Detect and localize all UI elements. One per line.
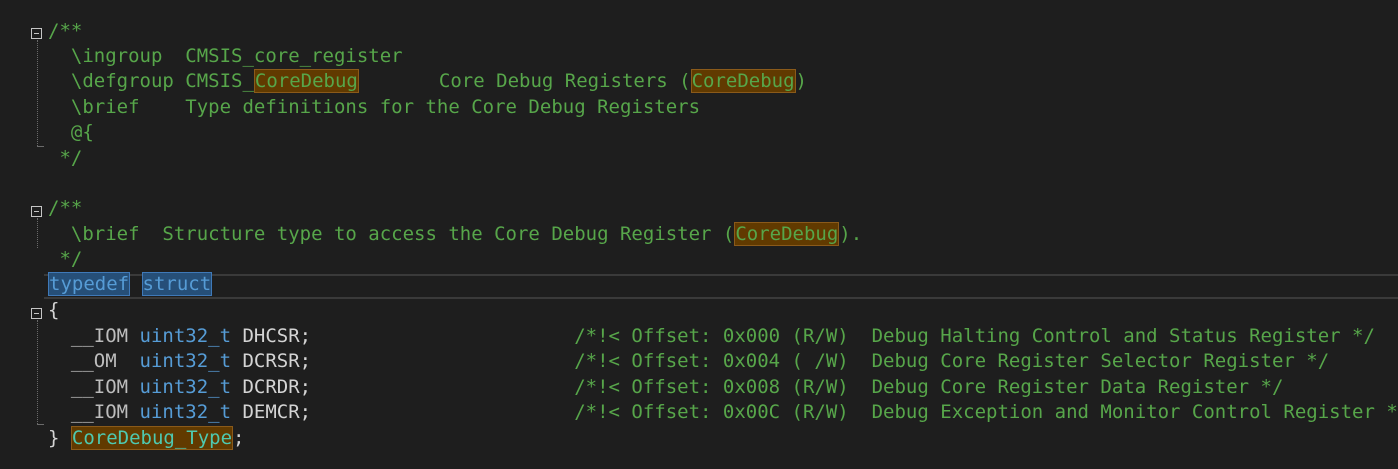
- code-line-text: __IOM uint32_t DCRDR; /*!< Offset: 0x008…: [48, 375, 1284, 400]
- code-token: DCRDR;: [231, 376, 575, 398]
- code-token: uint32_t: [139, 325, 232, 347]
- code-line[interactable]: __IOM uint32_t DHCSR; /*!< Offset: 0x000…: [0, 324, 1398, 349]
- code-line-text: */: [48, 146, 82, 171]
- code-line[interactable]: __IOM uint32_t DCRDR; /*!< Offset: 0x008…: [0, 375, 1398, 400]
- code-token: /*!< Offset: 0x00C (R/W) Debug Exception…: [574, 401, 1398, 423]
- code-token: /*!< Offset: 0x004 ( /W) Debug Core Regi…: [574, 350, 1330, 372]
- code-line-text: @{: [48, 120, 94, 145]
- code-line[interactable]: \defgroup CMSIS_CoreDebug Core Debug Reg…: [0, 69, 1398, 94]
- code-line[interactable]: {: [0, 298, 1398, 323]
- code-token: CoreDebug: [253, 69, 359, 93]
- code-token: DHCSR;: [231, 325, 575, 347]
- code-line-text: typedef struct: [48, 272, 213, 297]
- code-line[interactable]: */: [0, 146, 1398, 171]
- code-line[interactable]: typedef struct: [0, 272, 1398, 297]
- code-token: */: [48, 248, 83, 270]
- code-token: __IOM: [48, 376, 140, 398]
- code-token: ;: [233, 427, 245, 449]
- code-token: uint32_t: [139, 376, 232, 398]
- code-line[interactable]: \brief Type definitions for the Core Deb…: [0, 95, 1398, 120]
- code-line[interactable]: } CoreDebug_Type;: [0, 426, 1398, 451]
- code-token: CoreDebug: [734, 222, 840, 246]
- code-token: \brief Structure type to access the Core…: [48, 223, 735, 245]
- code-line-text: \defgroup CMSIS_CoreDebug Core Debug Reg…: [48, 69, 807, 94]
- code-line[interactable]: [0, 171, 1398, 196]
- code-token: uint32_t: [139, 350, 232, 372]
- code-line-text: \brief Structure type to access the Core…: [48, 222, 862, 247]
- code-line-text: __OM uint32_t DCRSR; /*!< Offset: 0x004 …: [48, 349, 1329, 374]
- code-token: uint32_t: [139, 401, 232, 423]
- code-line-text: */: [48, 247, 82, 272]
- code-token: /*!< Offset: 0x008 (R/W) Debug Core Regi…: [574, 376, 1284, 398]
- code-line-text: /**: [48, 19, 82, 44]
- code-token: ): [795, 70, 807, 92]
- code-line[interactable]: @{: [0, 120, 1398, 145]
- code-token: DCRSR;: [231, 350, 575, 372]
- code-line-text: \ingroup CMSIS_core_register: [48, 44, 403, 69]
- code-line[interactable]: /**: [0, 19, 1398, 44]
- code-token: /**: [48, 20, 83, 42]
- code-line-text: } CoreDebug_Type;: [48, 426, 245, 451]
- code-token: struct: [141, 272, 213, 296]
- code-token: __OM: [48, 350, 140, 372]
- code-line[interactable]: __IOM uint32_t DEMCR; /*!< Offset: 0x00C…: [0, 400, 1398, 425]
- code-token: __IOM: [48, 325, 140, 347]
- code-line-text: __IOM uint32_t DHCSR; /*!< Offset: 0x000…: [48, 324, 1375, 349]
- code-token: @{: [48, 121, 94, 143]
- code-line[interactable]: \ingroup CMSIS_core_register: [0, 44, 1398, 69]
- code-line[interactable]: */: [0, 247, 1398, 272]
- code-token: CoreDebug: [690, 69, 796, 93]
- code-token: CoreDebug_Type: [70, 426, 234, 450]
- code-line[interactable]: \brief Structure type to access the Core…: [0, 222, 1398, 247]
- code-token: */: [48, 147, 83, 169]
- code-token: ).: [839, 223, 863, 245]
- code-token: /*!< Offset: 0x000 (R/W) Debug Halting C…: [574, 325, 1375, 347]
- code-token: \ingroup CMSIS_core_register: [48, 45, 403, 67]
- code-line-text: /**: [48, 196, 82, 221]
- code-line-text: __IOM uint32_t DEMCR; /*!< Offset: 0x00C…: [48, 400, 1398, 425]
- code-token: DEMCR;: [231, 401, 575, 423]
- code-token: typedef: [48, 272, 131, 296]
- code-token: Core Debug Registers (: [358, 70, 691, 92]
- code-line-text: \brief Type definitions for the Core Deb…: [48, 95, 700, 120]
- code-token: __IOM: [48, 401, 140, 423]
- code-editor[interactable]: /** \ingroup CMSIS_core_register \defgro…: [0, 0, 1398, 469]
- code-line-text: {: [48, 298, 59, 323]
- code-token: }: [48, 427, 71, 449]
- code-token: \defgroup CMSIS_: [48, 70, 254, 92]
- code-token: /**: [48, 197, 83, 219]
- code-line[interactable]: /**: [0, 196, 1398, 221]
- code-token: \brief Type definitions for the Core Deb…: [48, 96, 701, 118]
- code-token: {: [48, 299, 60, 321]
- code-line[interactable]: __OM uint32_t DCRSR; /*!< Offset: 0x004 …: [0, 349, 1398, 374]
